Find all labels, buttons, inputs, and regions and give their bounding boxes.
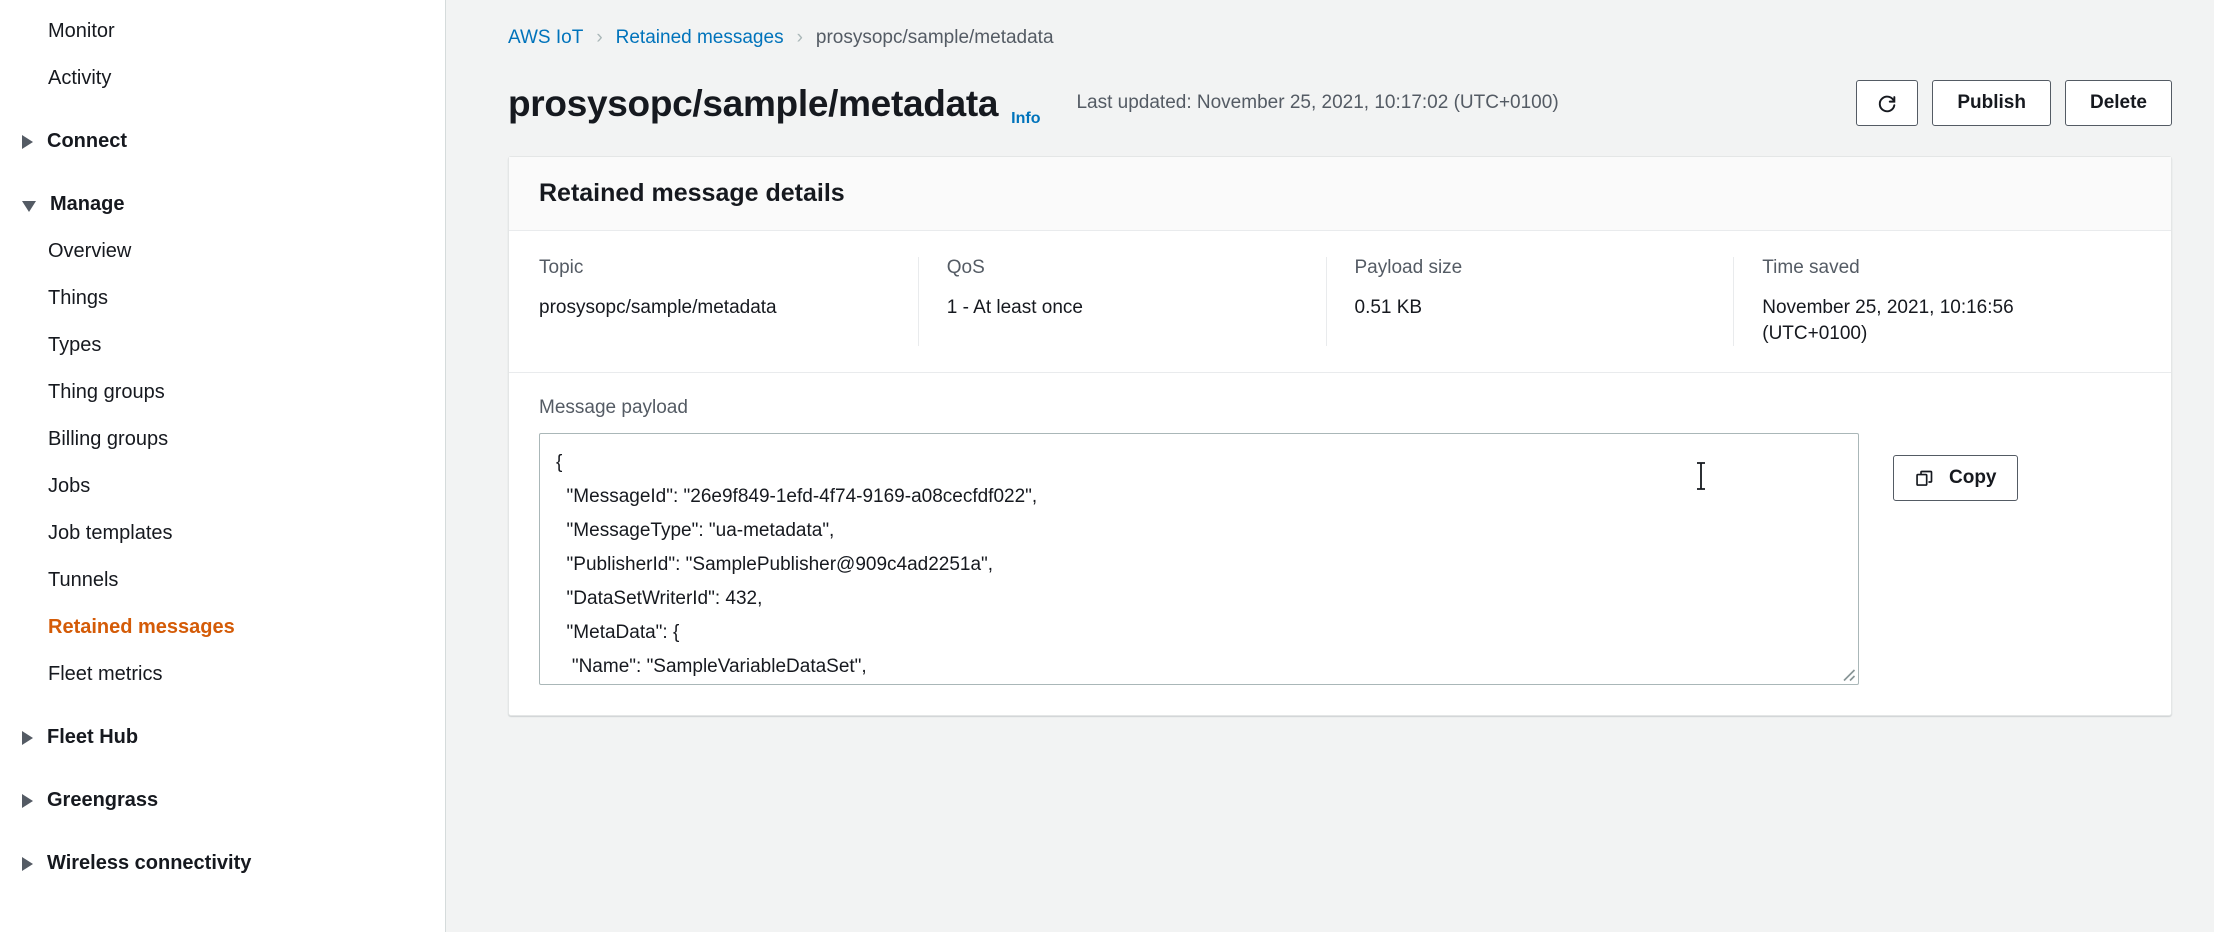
card-title: Retained message details [539, 179, 845, 207]
detail-field-time-saved: Time saved November 25, 2021, 10:16:56 (U… [1733, 257, 2141, 347]
sidebar-item-label: Thing groups [48, 381, 165, 403]
main-content: AWS IoT › Retained messages › prosysopc/… [446, 0, 2214, 932]
sidebar-item-overview[interactable]: Overview [0, 228, 445, 275]
sidebar-item-label: Jobs [48, 475, 91, 497]
sidebar-item-label: Connect [47, 130, 127, 152]
sidebar-item-label: Things [48, 287, 109, 309]
sidebar-item-label: Retained messages [48, 616, 235, 638]
details-grid: Topic prosysopc/sample/metadata QoS 1 - At … [509, 231, 2171, 374]
sidebar-item-fleet-hub[interactable]: Fleet Hub [0, 714, 445, 761]
detail-value: 1 - At least once [946, 297, 1083, 318]
resize-handle-icon[interactable] [1838, 664, 1856, 682]
side-navigation: Monitor Activity Connect Manage Overview Thin… [0, 0, 446, 932]
sidebar-item-wireless-connectivity[interactable]: Wireless connectivity [0, 840, 445, 887]
breadcrumb-item-retained-messages[interactable]: Retained messages [616, 27, 784, 49]
sidebar-item-label: Types [48, 334, 102, 356]
breadcrumb-item-current: prosysopc/sample/metadata [815, 27, 1054, 48]
detail-field-qos: QoS 1 - At least once [917, 257, 1326, 347]
sidebar-item-types[interactable]: Types [0, 322, 445, 369]
message-payload-section: Message payload { "MessageId": "26e9f849… [509, 373, 2171, 715]
detail-label: Time saved [1762, 257, 1860, 278]
sidebar-item-label: Fleet Hub [47, 726, 139, 748]
sidebar-item-label: Tunnels [48, 569, 119, 591]
sidebar-item-label: Fleet metrics [48, 663, 163, 685]
detail-value: November 25, 2021, 10:16:56 (UTC+0100) [1762, 297, 2014, 344]
sidebar-item-connect[interactable]: Connect [0, 118, 445, 165]
side-navigation-list: Monitor Activity Connect Manage Overview Thin… [0, 8, 445, 887]
sidebar-item-job-templates[interactable]: Job templates [0, 510, 445, 557]
info-link[interactable]: Info [1011, 110, 1040, 128]
page-title: prosysopc/sample/metadata [508, 82, 999, 124]
sidebar-item-thing-groups[interactable]: Thing groups [0, 369, 445, 416]
detail-field-topic: Topic prosysopc/sample/metadata [539, 257, 918, 346]
breadcrumb: AWS IoT › Retained messages › prosysopc/… [508, 22, 2172, 54]
message-payload-textarea[interactable]: { "MessageId": "26e9f849-1efd-4f74-9169-… [539, 433, 1859, 686]
copy-button[interactable]: Copy [1893, 455, 2018, 502]
breadcrumb-separator-icon: › [596, 27, 603, 48]
sidebar-item-jobs[interactable]: Jobs [0, 463, 445, 510]
header-actions: Publish Delete [1856, 80, 2172, 126]
refresh-button[interactable] [1856, 80, 1919, 126]
detail-label: Topic [539, 257, 584, 278]
sidebar-item-retained-messages[interactable]: Retained messages [0, 604, 445, 651]
sidebar-item-greengrass[interactable]: Greengrass [0, 777, 445, 824]
detail-label: Payload size [1354, 257, 1463, 278]
sidebar-item-tunnels[interactable]: Tunnels [0, 557, 445, 604]
chevron-right-icon[interactable] [22, 856, 33, 871]
sidebar-item-fleet-metrics[interactable]: Fleet metrics [0, 651, 445, 698]
chevron-right-icon[interactable] [22, 730, 33, 745]
aws-iot-console: Monitor Activity Connect Manage Overview Thin… [0, 0, 2214, 932]
sidebar-item-monitor[interactable]: Monitor [0, 8, 445, 55]
sidebar-item-manage[interactable]: Manage [0, 181, 445, 228]
detail-label: QoS [946, 257, 985, 278]
message-payload-text: { "MessageId": "26e9f849-1efd-4f74-9169-… [556, 452, 1038, 678]
page-header: prosysopc/sample/metadata Info Last upda… [508, 72, 2172, 134]
copy-icon [1916, 470, 1933, 486]
sidebar-item-label: Overview [48, 240, 132, 262]
sidebar-item-label: Monitor [48, 20, 115, 42]
sidebar-item-billing-groups[interactable]: Billing groups [0, 416, 445, 463]
retained-message-details-card: Retained message details Topic prosysopc/… [508, 156, 2172, 717]
sidebar-item-label: Wireless connectivity [47, 852, 252, 874]
chevron-right-icon[interactable] [22, 793, 33, 808]
chevron-right-icon[interactable] [22, 134, 33, 149]
sidebar-item-label: Job templates [48, 522, 173, 544]
breadcrumb-separator-icon: › [796, 27, 803, 48]
sidebar-item-things[interactable]: Things [0, 275, 445, 322]
sidebar-item-label: Manage [50, 193, 125, 215]
detail-value: 0.51 KB [1354, 297, 1423, 318]
chevron-down-icon[interactable] [22, 200, 36, 212]
card-header: Retained message details [509, 157, 2171, 231]
message-payload-label: Message payload [539, 397, 688, 419]
last-updated-text: Last updated: November 25, 2021, 10:17:0… [1076, 92, 1559, 113]
delete-button[interactable]: Delete [2064, 80, 2172, 126]
copy-button-label: Copy [1949, 467, 1997, 489]
sidebar-item-label: Greengrass [47, 789, 159, 811]
sidebar-item-label: Billing groups [48, 428, 169, 450]
publish-button[interactable]: Publish [1932, 80, 2051, 126]
sidebar-item-label: Activity [48, 67, 112, 89]
detail-field-payload-size: Payload size 0.51 KB [1325, 257, 1734, 347]
detail-value: prosysopc/sample/metadata [539, 297, 777, 318]
breadcrumb-item-aws-iot[interactable]: AWS IoT [508, 27, 583, 49]
sidebar-item-activity[interactable]: Activity [0, 55, 445, 102]
refresh-icon [1879, 95, 1896, 113]
